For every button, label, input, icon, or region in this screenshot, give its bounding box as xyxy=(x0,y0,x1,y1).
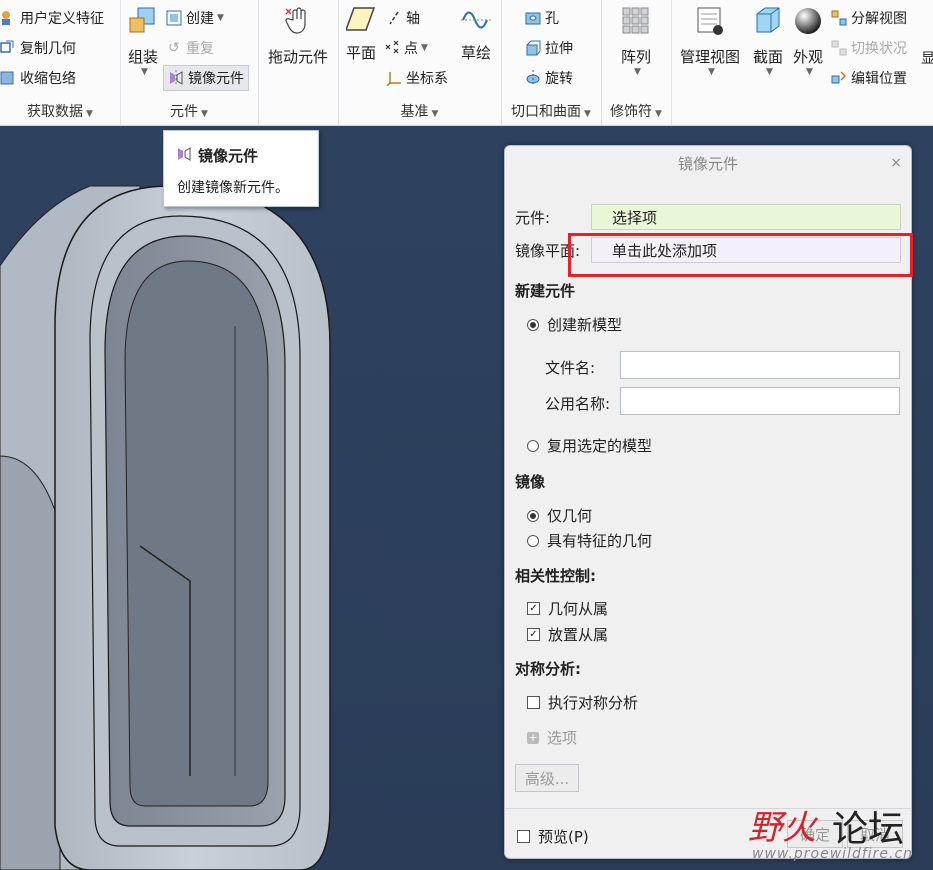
mirror-component-tooltip: 镜像元件 创建镜像新元件。 xyxy=(163,130,319,207)
group-component: 组装 ▼ 创建 ▼ ↺ 重复 镜像元件 元件 ▼ xyxy=(120,0,259,125)
geometry-only-radio[interactable]: 仅几何 xyxy=(527,505,592,526)
create-new-model-radio[interactable]: 创建新模型 xyxy=(527,314,622,335)
udf-icon xyxy=(0,10,16,26)
revolve-button[interactable]: 旋转 xyxy=(525,68,573,88)
repeat-button[interactable]: ↺ 重复 xyxy=(168,38,214,58)
watermark-forum: 论坛 xyxy=(832,809,905,850)
datum-plane-button[interactable]: 平面 xyxy=(342,6,380,63)
plus-icon: + xyxy=(527,730,539,744)
extrude-button[interactable]: 拉伸 xyxy=(525,38,573,58)
checkmark-icon: ✓ xyxy=(527,628,540,641)
manage-views-icon xyxy=(677,6,743,40)
appearance-sphere-icon xyxy=(789,6,827,40)
chevron-down-icon: ▼ xyxy=(806,67,813,77)
checkmark-icon: ✓ xyxy=(527,602,540,615)
chevron-down-icon: ▼ xyxy=(141,67,148,77)
datum-axis-button[interactable]: 轴 xyxy=(386,8,420,28)
explode-view-button[interactable]: 分解视图 xyxy=(831,8,907,28)
pattern-icon xyxy=(613,6,659,40)
display-group-cut-label: 显 xyxy=(921,51,933,67)
watermark-url: www.proewildfire.cn xyxy=(752,846,914,862)
revolve-icon xyxy=(525,70,541,86)
common-name-label: 公用名称: xyxy=(545,395,611,413)
hand-icon xyxy=(264,6,332,40)
group-model-display: 管理视图 ▼ 截面 ▼ 外观 ▼ 分解视图 切换状况 编辑位置 显 xyxy=(671,0,933,125)
file-name-input[interactable] xyxy=(620,351,900,379)
toggle-status-button[interactable]: 切换状况 xyxy=(831,38,907,58)
group-drag: 拖动元件 xyxy=(258,0,339,125)
create-button[interactable]: 创建 ▼ xyxy=(166,8,224,28)
dialog-title: 镜像元件 xyxy=(677,155,738,173)
geometry-with-features-radio[interactable]: 具有特征的几何 xyxy=(527,530,652,551)
chevron-down-icon: ▼ xyxy=(766,67,773,77)
shrinkwrap-icon xyxy=(0,70,16,86)
assemble-icon xyxy=(124,6,162,40)
mirror-component-icon xyxy=(168,70,184,86)
plane-icon xyxy=(342,6,380,36)
new-component-heading: 新建元件 xyxy=(515,282,576,300)
edit-position-icon xyxy=(831,70,847,86)
extrude-icon xyxy=(525,40,541,56)
group-datum: 平面 轴 点 ▼ 坐标系 草绘 基准 ▼ xyxy=(338,0,502,125)
options-expander[interactable]: + 选项 xyxy=(527,727,577,748)
tooltip-description: 创建镜像新元件。 xyxy=(177,180,289,196)
sketch-button[interactable]: 草绘 xyxy=(456,6,496,63)
mirror-component-button[interactable]: 镜像元件 xyxy=(163,65,249,91)
user-defined-feature-button[interactable]: 用户定义特征 xyxy=(0,8,104,28)
close-icon[interactable]: × xyxy=(890,155,902,171)
section-button[interactable]: 截面 ▼ xyxy=(749,6,787,77)
group-label-get-data[interactable]: 获取数据 ▼ xyxy=(0,101,120,121)
create-icon xyxy=(166,10,182,26)
chevron-down-icon: ▼ xyxy=(708,67,715,77)
group-label-datum[interactable]: 基准 ▼ xyxy=(338,101,501,121)
csys-icon xyxy=(386,70,402,87)
repeat-icon: ↺ xyxy=(168,40,180,56)
chevron-down-icon: ▼ xyxy=(634,67,641,77)
assemble-button[interactable]: 组装 ▼ xyxy=(124,6,162,77)
group-modifier: 阵列 ▼ 修饰符 ▼ xyxy=(601,0,672,125)
watermark-brand: 野火 xyxy=(748,808,816,848)
edit-position-button[interactable]: 编辑位置 xyxy=(831,68,907,88)
hole-button[interactable]: 孔 xyxy=(525,8,559,28)
axis-icon xyxy=(386,10,402,26)
chevron-down-icon: ▼ xyxy=(86,109,93,119)
preview-checkbox[interactable]: 预览(P) xyxy=(517,826,589,847)
manage-views-button[interactable]: 管理视图 ▼ xyxy=(677,6,743,77)
file-name-label: 文件名: xyxy=(545,359,596,377)
advanced-button[interactable]: 高级... xyxy=(515,764,579,792)
pattern-button[interactable]: 阵列 ▼ xyxy=(613,6,659,77)
component-label: 元件: xyxy=(515,209,551,227)
drag-component-button[interactable]: 拖动元件 xyxy=(264,6,332,67)
section-icon xyxy=(749,6,787,40)
mirror-heading: 镜像 xyxy=(515,473,546,491)
datum-csys-button[interactable]: 坐标系 xyxy=(386,68,448,88)
geometry-dependent-checkbox[interactable]: ✓ 几何从属 xyxy=(527,598,608,619)
toggle-status-icon xyxy=(831,40,847,56)
group-label-modifier[interactable]: 修饰符 ▼ xyxy=(601,101,671,121)
hole-icon xyxy=(525,10,541,26)
dependency-heading: 相关性控制: xyxy=(515,567,596,585)
run-symmetry-analysis-checkbox[interactable]: 执行对称分析 xyxy=(527,692,638,713)
highlight-box xyxy=(568,233,913,277)
sketch-icon xyxy=(456,6,496,36)
appearance-button[interactable]: 外观 ▼ xyxy=(789,6,827,77)
point-icon xyxy=(384,40,400,56)
copy-geometry-button[interactable]: 复制几何 xyxy=(0,38,76,58)
mirror-component-icon xyxy=(176,146,192,166)
explode-view-icon xyxy=(831,10,847,26)
group-label-component[interactable]: 元件 ▼ xyxy=(120,101,258,121)
ribbon: 用户定义特征 复制几何 收缩包络 获取数据 ▼ 组装 ▼ 创建 ▼ ↺ 重复 镜像元… xyxy=(0,0,933,126)
group-label-cut-surface[interactable]: 切口和曲面 ▼ xyxy=(501,101,601,121)
symmetry-heading: 对称分析: xyxy=(515,660,581,678)
shrinkwrap-button[interactable]: 收缩包络 xyxy=(0,68,76,88)
copy-geometry-icon xyxy=(0,40,16,56)
tooltip-title: 镜像元件 xyxy=(176,145,258,166)
common-name-input[interactable] xyxy=(620,387,900,415)
placement-dependent-checkbox[interactable]: ✓ 放置从属 xyxy=(527,624,608,645)
group-get-data: 用户定义特征 复制几何 收缩包络 获取数据 ▼ xyxy=(0,0,121,125)
group-cut-surface: 孔 拉伸 旋转 切口和曲面 ▼ xyxy=(501,0,602,125)
component-collector[interactable]: 选择项 xyxy=(591,204,901,230)
datum-point-button[interactable]: 点 ▼ xyxy=(384,38,428,58)
reuse-selected-model-radio[interactable]: 复用选定的模型 xyxy=(527,435,652,456)
